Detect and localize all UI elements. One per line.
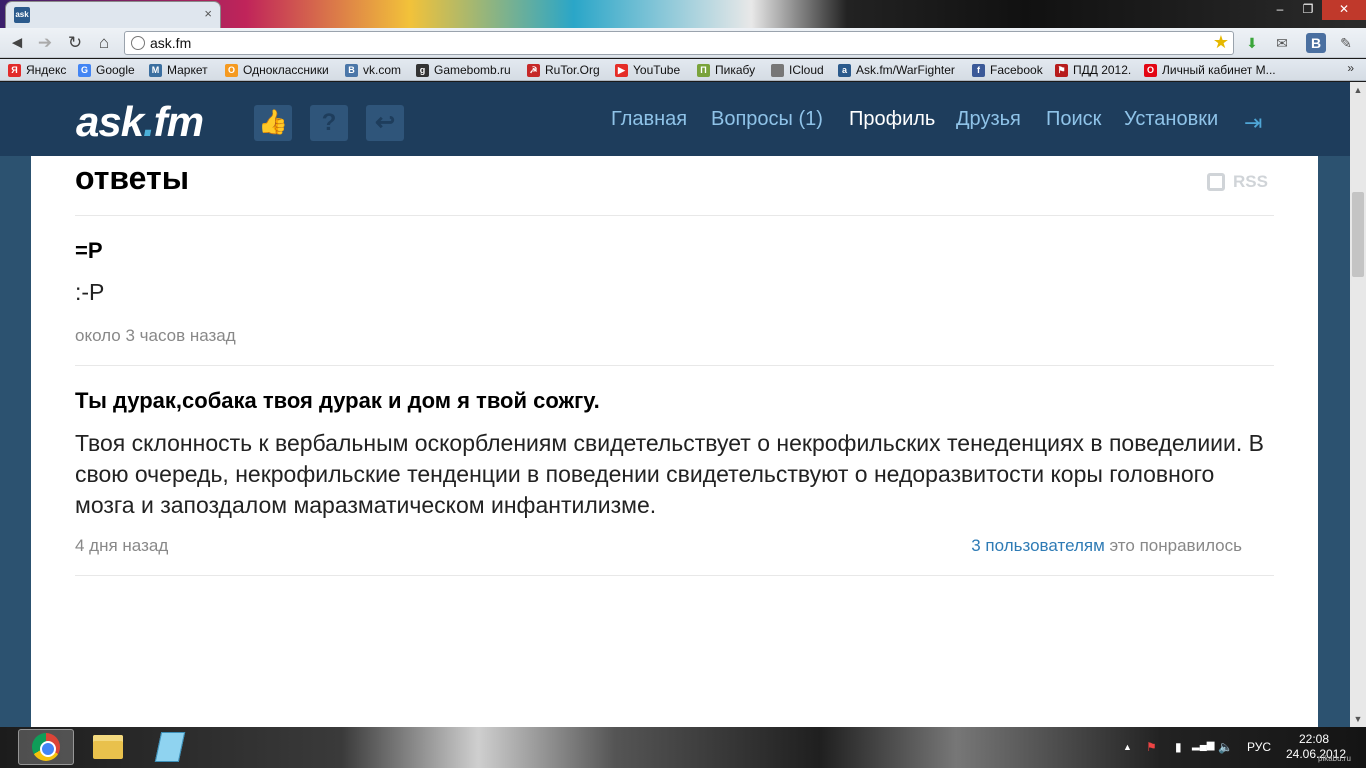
odnoklassniki-icon: О	[225, 63, 238, 77]
bookmark-google[interactable]: G Google	[78, 62, 135, 78]
tab-close-icon[interactable]: ×	[204, 6, 212, 21]
input-language[interactable]: РУС	[1247, 740, 1271, 754]
yandex-icon: Я	[8, 63, 21, 77]
likes-users-link[interactable]: 3 пользователям	[971, 536, 1105, 555]
divider	[75, 215, 1274, 216]
watermark-text: pikabu.ru	[1318, 754, 1351, 763]
bookmark-icloud[interactable]: ICloud	[771, 62, 824, 78]
bookmarks-bar: Я Яндекс G Google M Маркет О Одноклассники B…	[0, 59, 1366, 81]
url-text: ask.fm	[150, 35, 192, 51]
window-titlebar: ask × – ❐ ✕	[0, 0, 1366, 28]
market-icon: M	[149, 63, 162, 77]
site-header: ask.fm 👍 ? ↩ Главная Вопросы (1) Профиль…	[0, 82, 1350, 156]
question-icon[interactable]: ?	[310, 105, 348, 141]
taskbar: ▲ ⚑ ▮ ▂▄▆ 🔈 РУС 22:08 24.06.2012	[0, 727, 1366, 768]
bookmark-pdd[interactable]: ⚑ ПДД 2012.	[1055, 62, 1131, 78]
bookmark-vk[interactable]: Bvk.com	[345, 62, 401, 78]
nav-friends[interactable]: Друзья	[956, 108, 1021, 131]
tray-expand-icon[interactable]: ▲	[1123, 742, 1132, 752]
answer-question[interactable]: =P	[75, 238, 103, 264]
home-icon[interactable]: ⌂	[93, 32, 115, 54]
gamebomb-icon: g	[416, 63, 429, 77]
facebook-icon: f	[972, 63, 985, 77]
vk-icon: B	[345, 63, 358, 77]
scroll-thumb[interactable]	[1352, 192, 1364, 277]
mail-extension-icon[interactable]: ✉	[1272, 33, 1292, 53]
google-icon: G	[78, 63, 91, 77]
battery-icon[interactable]: ▮	[1175, 740, 1182, 754]
page-icon	[131, 36, 145, 50]
clock-time: 22:08	[1298, 732, 1330, 746]
ask-favicon-icon: ask	[14, 7, 30, 23]
scroll-up-icon[interactable]: ▲	[1350, 82, 1366, 98]
reply-icon[interactable]: ↩	[366, 105, 404, 141]
pikabu-icon: П	[697, 63, 710, 77]
nav-questions[interactable]: Вопросы (1)	[711, 108, 823, 131]
section-title: ответы	[75, 160, 190, 196]
chrome-icon	[32, 733, 60, 761]
nav-home[interactable]: Главная	[611, 108, 687, 131]
bookmark-gamebomb[interactable]: g Gamebomb.ru	[416, 62, 511, 78]
taskbar-chrome[interactable]	[18, 729, 74, 765]
pdd-icon: ⚑	[1055, 63, 1068, 77]
rutor-icon: ☭	[527, 63, 540, 77]
mts-icon: O	[1144, 63, 1157, 77]
answer-text: :-P	[75, 279, 105, 305]
youtube-icon: ▶	[615, 63, 628, 77]
bookmarks-more-icon[interactable]: »	[1347, 61, 1354, 75]
rss-icon	[1207, 173, 1225, 191]
bookmark-facebook[interactable]: f Facebook	[972, 62, 1043, 78]
taskbar-notes[interactable]	[142, 729, 198, 765]
wrench-menu-icon[interactable]: ✎	[1336, 33, 1356, 53]
bookmark-market[interactable]: M Маркет	[149, 62, 208, 78]
bookmark-rutor[interactable]: ☭ RuTor.Org	[527, 62, 600, 78]
answer-question[interactable]: Ты дурак,собака твоя дурак и дом я твой …	[75, 388, 600, 414]
address-bar[interactable]: ask.fm ★	[124, 31, 1234, 55]
nav-profile[interactable]: Профиль	[849, 108, 935, 131]
divider	[75, 575, 1274, 576]
folder-icon	[93, 735, 123, 759]
page-viewport: ask.fm 👍 ? ↩ Главная Вопросы (1) Профиль…	[0, 82, 1366, 727]
browser-tab[interactable]: ask ×	[6, 2, 220, 28]
taskbar-explorer[interactable]	[80, 729, 136, 765]
bookmark-yandex[interactable]: Я Яндекс	[8, 62, 66, 78]
askfm-icon: a	[838, 63, 851, 77]
network-signal-icon[interactable]: ▂▄▆	[1192, 740, 1214, 751]
likes-info: 3 пользователям это понравилось	[971, 536, 1242, 555]
reload-icon[interactable]: ↻	[64, 32, 86, 54]
notes-icon	[154, 732, 186, 762]
rss-link[interactable]: RSS	[1207, 172, 1268, 192]
page-scrollbar[interactable]: ▲ ▼	[1350, 82, 1366, 727]
answer-timestamp[interactable]: 4 дня назад	[75, 536, 168, 556]
logout-icon[interactable]: ⇥	[1244, 110, 1272, 136]
bookmark-askfm[interactable]: a Ask.fm/WarFighter	[838, 62, 955, 78]
apple-icon	[771, 63, 784, 77]
scroll-down-icon[interactable]: ▼	[1350, 711, 1366, 727]
download-extension-icon[interactable]: ⬇	[1242, 33, 1262, 53]
answers-panel: ответы RSS =P :-P около 3 часов назад Ты…	[31, 156, 1318, 727]
answer-text: Твоя склонность к вербальным оскорбления…	[75, 430, 1264, 518]
vk-extension-icon[interactable]: B	[1306, 33, 1326, 53]
bookmark-mts-cabinet[interactable]: O Личный кабинет М...	[1144, 62, 1276, 78]
bookmark-pikabu[interactable]: П Пикабу	[697, 62, 755, 78]
action-center-flag-icon[interactable]: ⚑	[1146, 740, 1157, 754]
close-window-icon[interactable]: ✕	[1322, 0, 1366, 20]
askfm-logo[interactable]: ask.fm	[76, 98, 204, 146]
divider	[75, 365, 1274, 366]
volume-icon[interactable]: 🔈	[1218, 740, 1233, 754]
maximize-icon[interactable]: ❐	[1294, 0, 1322, 20]
nav-search[interactable]: Поиск	[1046, 108, 1101, 131]
like-icon[interactable]: 👍	[254, 105, 292, 141]
answer-timestamp[interactable]: около 3 часов назад	[75, 326, 236, 346]
back-icon[interactable]: ◄	[6, 32, 28, 54]
minimize-icon[interactable]: –	[1266, 0, 1294, 20]
nav-settings[interactable]: Установки	[1124, 108, 1218, 131]
browser-toolbar: ◄ ➔ ↻ ⌂ ask.fm ★ ⬇ ✉ B ✎	[0, 28, 1366, 58]
bookmark-youtube[interactable]: ▶ YouTube	[615, 62, 680, 78]
bookmark-odnoklassniki[interactable]: О Одноклассники	[225, 62, 329, 78]
forward-icon[interactable]: ➔	[34, 32, 56, 54]
bookmark-star-icon[interactable]: ★	[1213, 32, 1229, 53]
window-controls: – ❐ ✕	[1266, 0, 1366, 20]
